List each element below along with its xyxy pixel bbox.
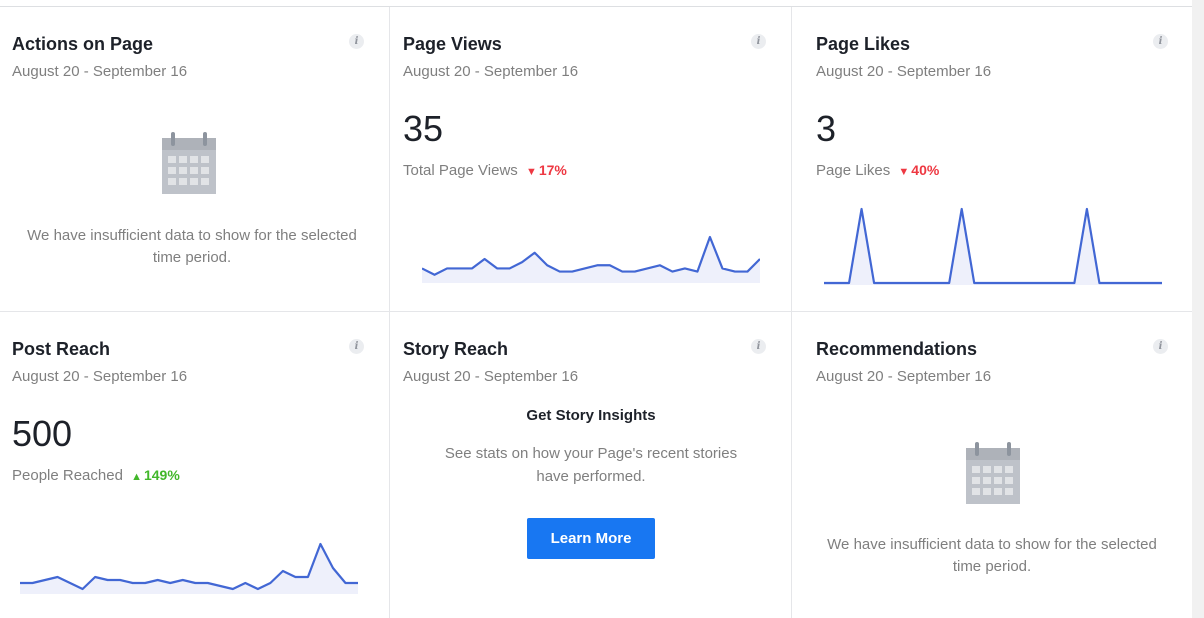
metric-summary: People Reached ▲ 149% <box>12 467 180 484</box>
metric-label: Total Page Views <box>403 162 518 179</box>
metric-summary: Total Page Views ▼ 17% <box>403 162 567 179</box>
card-title[interactable]: Actions on Page <box>12 34 153 55</box>
info-icon[interactable]: i <box>349 34 364 49</box>
card-title[interactable]: Recommendations <box>816 339 977 360</box>
card-actions-on-page[interactable]: Actions on Page August 20 - September 16… <box>0 7 390 312</box>
card-page-views[interactable]: Page Views August 20 - September 16 i 35… <box>390 7 792 312</box>
date-range: August 20 - September 16 <box>12 63 188 80</box>
story-insights-description: See stats on how your Page's recent stor… <box>444 445 738 485</box>
sparkline-area <box>422 237 760 283</box>
card-post-reach[interactable]: Post Reach August 20 - September 16 i 50… <box>0 312 390 618</box>
delta-value: 149% <box>143 467 180 483</box>
delta-value: 40% <box>911 162 940 178</box>
metric-value: 35 <box>403 108 444 149</box>
story-insights-heading: Get Story Insights <box>526 407 656 424</box>
delta-badge: ▼ 40% <box>894 162 939 178</box>
insufficient-data-message: We have insufficient data to show for th… <box>827 536 1157 575</box>
insufficient-data-message: We have insufficient data to show for th… <box>27 227 357 266</box>
info-icon[interactable]: i <box>349 339 364 354</box>
sparkline-line <box>824 207 1162 285</box>
calendar-icon <box>966 442 1020 504</box>
metric-summary: Page Likes ▼ 40% <box>816 162 939 179</box>
date-range: August 20 - September 16 <box>816 63 992 80</box>
metric-label: People Reached <box>12 467 123 484</box>
learn-more-button[interactable]: Learn More <box>527 518 655 559</box>
card-title[interactable]: Page Views <box>403 34 502 55</box>
card-title[interactable]: Page Likes <box>816 34 910 55</box>
date-range: August 20 - September 16 <box>403 368 579 385</box>
card-story-reach[interactable]: Story Reach August 20 - September 16 i G… <box>390 312 792 618</box>
page-views-sparkline <box>422 235 760 283</box>
delta-value: 17% <box>538 162 567 178</box>
arrow-down-icon: ▼ <box>525 166 537 178</box>
info-icon[interactable]: i <box>751 339 766 354</box>
metric-label: Page Likes <box>816 162 891 179</box>
card-title[interactable]: Story Reach <box>403 339 508 360</box>
date-range: August 20 - September 16 <box>12 368 188 385</box>
delta-badge: ▲ 149% <box>127 467 180 483</box>
arrow-up-icon: ▲ <box>131 471 142 483</box>
card-title[interactable]: Post Reach <box>12 339 110 360</box>
insights-card-grid: Actions on Page August 20 - September 16… <box>0 7 1192 618</box>
arrow-down-icon: ▼ <box>898 166 910 178</box>
calendar-icon <box>162 132 216 194</box>
card-page-likes[interactable]: Page Likes August 20 - September 16 i 3 … <box>792 7 1192 312</box>
metric-value: 3 <box>816 108 837 149</box>
info-icon[interactable]: i <box>1153 339 1168 354</box>
info-icon[interactable]: i <box>1153 34 1168 49</box>
page-insights-overview: Actions on Page August 20 - September 16… <box>0 0 1204 618</box>
date-range: August 20 - September 16 <box>403 63 579 80</box>
metric-value: 500 <box>12 413 73 454</box>
vertical-scrollbar[interactable] <box>1192 0 1204 618</box>
delta-badge: ▼ 17% <box>522 162 567 178</box>
info-icon[interactable]: i <box>751 34 766 49</box>
post-reach-sparkline <box>20 542 358 594</box>
page-likes-sparkline <box>824 207 1162 285</box>
card-recommendations[interactable]: Recommendations August 20 - September 16… <box>792 312 1192 618</box>
sparkline-area <box>824 209 1162 285</box>
date-range: August 20 - September 16 <box>816 368 992 385</box>
sparkline-area <box>20 544 358 594</box>
